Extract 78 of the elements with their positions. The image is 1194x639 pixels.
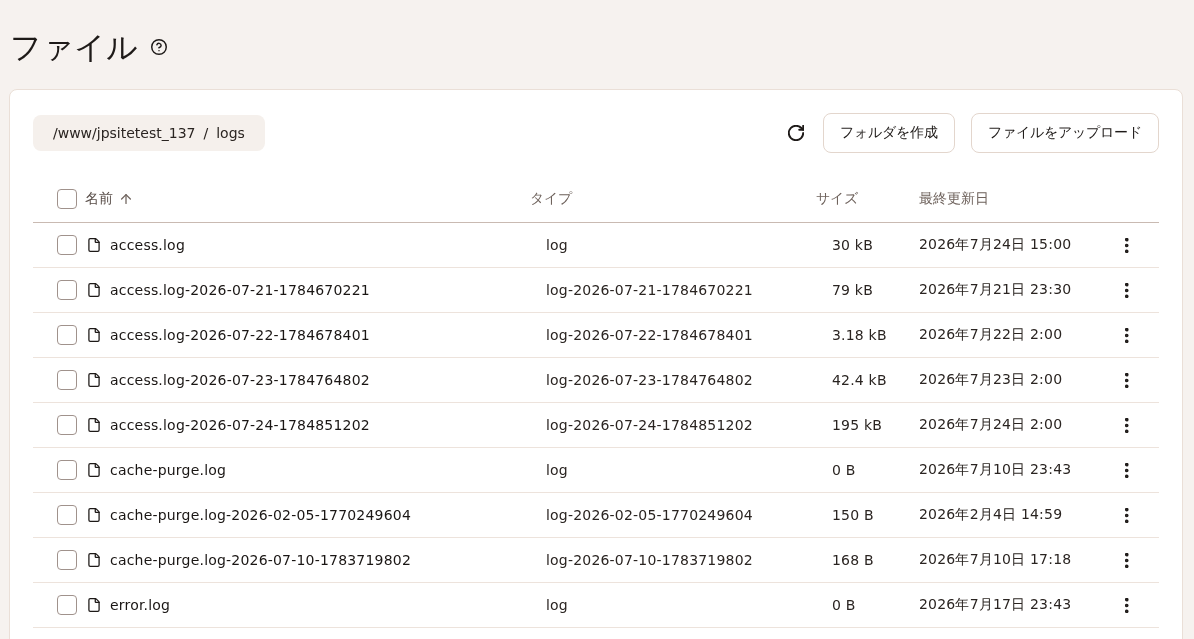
row-checkbox[interactable] [57,415,77,435]
file-type: log-2026-02-05-1770249604 [546,507,753,523]
refresh-icon [788,125,804,141]
modified-date: 2026年7月17日 23:43 [919,596,1072,614]
file-name: cache-purge.log-2026-07-10-1783719802 [110,552,411,568]
modified-date: 2026年7月10日 23:43 [919,461,1072,479]
file-size: 3.18 kB [832,327,887,343]
column-header[interactable]: 名前 [85,189,113,208]
modified-date: 2026年7月10日 17:18 [919,551,1072,569]
modified-date: 2026年7月24日 15:00 [919,236,1072,254]
file-size: 79 kB [832,282,873,298]
file-type: log-2026-07-21-1784670221 [546,282,753,298]
vertical-dots-icon [1125,372,1129,388]
modified-date: 2026年7月22日 2:00 [919,326,1063,344]
help-icon [151,39,167,55]
row-checkbox[interactable] [57,595,77,615]
file-icon [88,508,100,522]
row-checkbox[interactable] [57,235,77,255]
file-name: cache-purge.log-2026-02-05-1770249604 [110,507,411,523]
column-header[interactable]: タイプ [530,189,572,208]
file-size: 0 B [832,597,856,613]
file-name: cache-purge.log [110,462,227,478]
file-name: access.log-2026-07-22-1784678401 [110,327,370,343]
modified-date: 2026年7月24日 2:00 [919,416,1063,434]
help-button[interactable] [151,39,167,55]
file-icon [88,328,100,342]
file-icon [88,463,100,477]
file-size: 42.4 kB [832,372,887,388]
row-checkbox[interactable] [57,370,77,390]
file-icon [88,283,100,297]
file-type: log-2026-07-23-1784764802 [546,372,753,388]
file-name: access.log-2026-07-23-1784764802 [110,372,370,388]
row-checkbox[interactable] [57,460,77,480]
page-title: ファイル [10,28,138,67]
vertical-dots-icon [1125,417,1129,433]
column-header[interactable]: 最終更新日 [919,189,989,208]
vertical-dots-icon [1125,552,1129,568]
row-checkbox[interactable] [57,280,77,300]
file-name: access.log [110,237,185,253]
file-icon [88,598,100,612]
vertical-dots-icon [1125,282,1129,298]
modified-date: 2026年7月21日 23:30 [919,281,1072,299]
row-checkbox[interactable] [57,550,77,570]
file-type: log [546,462,568,478]
file-size: 30 kB [832,237,873,253]
file-icon [88,373,100,387]
vertical-dots-icon [1125,327,1129,343]
create-folder-button[interactable]: フォルダを作成 [823,113,955,153]
vertical-dots-icon [1125,237,1129,253]
file-size: 150 B [832,507,874,523]
breadcrumb-link[interactable]: /www/jpsitetest_137 [53,125,196,141]
row-checkbox[interactable] [57,325,77,345]
file-icon [88,238,100,252]
modified-date: 2026年7月23日 2:00 [919,371,1063,389]
vertical-dots-icon [1125,462,1129,478]
file-type: log-2026-07-22-1784678401 [546,327,753,343]
breadcrumb-current: logs [216,125,245,141]
file-icon [88,553,100,567]
file-name: access.log-2026-07-24-1784851202 [110,417,370,433]
modified-date: 2026年2月4日 14:59 [919,506,1063,524]
file-type: log [546,237,568,253]
file-size: 168 B [832,552,874,568]
file-size: 195 kB [832,417,883,433]
column-header[interactable]: サイズ [816,189,858,208]
file-icon [88,418,100,432]
refresh-button[interactable] [788,125,804,141]
upload-file-button[interactable]: ファイルをアップロード [971,113,1159,153]
file-size: 0 B [832,462,856,478]
breadcrumb-separator: / [203,125,209,141]
file-type: log [546,597,568,613]
file-name: access.log-2026-07-21-1784670221 [110,282,370,298]
file-type: log-2026-07-10-1783719802 [546,552,753,568]
vertical-dots-icon [1125,507,1129,523]
file-type: log-2026-07-24-1784851202 [546,417,753,433]
row-checkbox[interactable] [57,505,77,525]
file-name: error.log [110,597,171,613]
select-all-checkbox[interactable] [57,188,77,209]
vertical-dots-icon [1125,597,1129,613]
